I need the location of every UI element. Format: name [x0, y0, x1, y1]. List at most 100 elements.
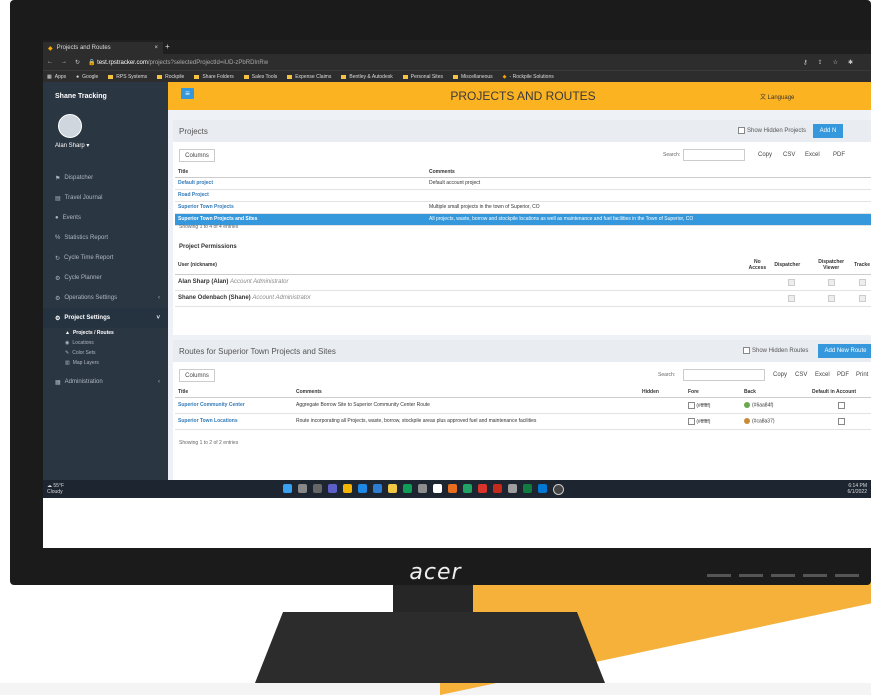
sidebar-item-cycle-time-report[interactable]: ↻ Cycle Time Report: [43, 248, 168, 268]
sidebar-subitem-map-layers[interactable]: ▥ Map Layers: [43, 358, 168, 368]
excel-button[interactable]: Excel: [805, 152, 820, 158]
mail-icon[interactable]: [373, 484, 382, 493]
extensions-icon[interactable]: ✱: [848, 59, 853, 66]
forward-icon[interactable]: →: [61, 59, 67, 65]
pdf-button[interactable]: PDF: [837, 372, 849, 378]
teams-icon[interactable]: [328, 484, 337, 493]
app-icon[interactable]: [478, 484, 487, 493]
excel-button[interactable]: Excel: [815, 372, 830, 378]
col-comments[interactable]: Comments: [426, 167, 871, 178]
bookmark-google[interactable]: ● Google: [76, 74, 98, 80]
reload-icon[interactable]: ↻: [75, 59, 80, 66]
table-row[interactable]: Road Project: [175, 189, 871, 202]
sidebar-item-events[interactable]: ● Events: [43, 208, 168, 228]
add-project-button[interactable]: Add N: [813, 124, 843, 138]
search-icon[interactable]: [298, 484, 307, 493]
sidebar: Shane Tracking Alan Sharp ▾ ⚑ Dispatcher …: [43, 82, 168, 520]
routes-columns-button[interactable]: Columns: [179, 369, 215, 382]
back-icon[interactable]: ←: [47, 59, 53, 65]
pdf-button[interactable]: PDF: [833, 152, 845, 158]
bookmark-folder[interactable]: RPS Systems: [108, 74, 147, 80]
sidebar-item-travel-journal[interactable]: ▤ Travel Journal: [43, 188, 168, 208]
back-color-swatch[interactable]: [744, 401, 750, 408]
app-icon[interactable]: [508, 484, 517, 493]
sidebar-item-operations-settings[interactable]: ⚙ Operations Settings ‹: [43, 288, 168, 308]
default-checkbox[interactable]: [837, 417, 845, 425]
tab-title: Projects and Routes: [56, 45, 111, 51]
table-row[interactable]: Superior Town Locations Route incorporati…: [175, 413, 871, 430]
new-tab-button[interactable]: +: [165, 42, 170, 51]
projects-search-input[interactable]: [683, 149, 745, 161]
fore-color-swatch[interactable]: [688, 401, 695, 409]
key-icon[interactable]: ⚷: [803, 59, 807, 66]
bookmark-folder[interactable]: Sales Tools: [243, 74, 277, 80]
fore-color-swatch[interactable]: [688, 417, 695, 425]
language-button[interactable]: 文 Language: [760, 92, 794, 101]
weather-widget[interactable]: ☁ 55°F Cloudy: [47, 483, 64, 495]
table-row[interactable]: Superior Community Center Aggregate Borro…: [175, 397, 871, 414]
url-field[interactable]: 🔒 test.rpstracker.com/projects?selectedP…: [88, 59, 268, 66]
csv-button[interactable]: CSV: [783, 152, 795, 158]
menu-toggle-button[interactable]: ≡: [181, 88, 194, 99]
sidebar-item-dispatcher[interactable]: ⚑ Dispatcher: [43, 168, 168, 188]
bookmark-folder[interactable]: Personal Sites: [402, 74, 443, 80]
tab-favicon-icon: ◆: [48, 45, 53, 52]
google-icon: ●: [76, 73, 80, 80]
bookmark-apps[interactable]: ▦ Apps: [47, 74, 66, 80]
checkbox[interactable]: [738, 127, 745, 135]
media-icon[interactable]: [553, 484, 564, 495]
checkbox: [827, 278, 835, 286]
copy-button[interactable]: Copy: [758, 152, 772, 158]
table-row-selected[interactable]: Superior Town Projects and Sites All proj…: [175, 213, 871, 226]
chrome-icon[interactable]: [343, 484, 352, 493]
add-new-route-button[interactable]: Add New Route: [818, 344, 871, 358]
sidebar-item-cycle-planner[interactable]: ⚙ Cycle Planner: [43, 268, 168, 288]
col-title[interactable]: Title: [175, 167, 426, 178]
checkbox[interactable]: [743, 347, 750, 355]
outlook-icon[interactable]: [538, 484, 547, 493]
star-icon[interactable]: ☆: [833, 59, 838, 66]
maps-icon[interactable]: [358, 484, 367, 493]
bookmark-rockpile[interactable]: ◆ - Rockpile Solutions: [503, 74, 554, 80]
show-hidden-routes[interactable]: Show Hidden Routes: [743, 347, 808, 355]
sidebar-item-statistics-report[interactable]: % Statistics Report: [43, 228, 168, 248]
task-view-icon[interactable]: [313, 484, 322, 493]
sidebar-item-administration[interactable]: ▦ Administration ‹: [43, 372, 168, 392]
bookmark-folder[interactable]: Bentley & Autodesk: [341, 74, 393, 80]
avatar[interactable]: [58, 114, 82, 138]
excel-icon[interactable]: [523, 484, 532, 493]
sidebar-subitem-color-sets[interactable]: ✎ Color Sets: [43, 348, 168, 358]
file-explorer-icon[interactable]: [388, 484, 397, 493]
default-checkbox[interactable]: [837, 401, 845, 409]
tab-close-icon[interactable]: ×: [154, 45, 158, 51]
sidebar-item-project-settings[interactable]: ⚙ Project Settings ˅: [43, 308, 168, 328]
edge-icon[interactable]: [403, 484, 412, 493]
calculator-icon[interactable]: [418, 484, 427, 493]
table-row[interactable]: Default project Default account project: [175, 177, 871, 190]
app-icon[interactable]: [463, 484, 472, 493]
app-icon[interactable]: [433, 484, 442, 493]
bookmark-folder[interactable]: Share Folders: [194, 74, 234, 80]
pdf-icon[interactable]: [493, 484, 502, 493]
copy-button[interactable]: Copy: [773, 372, 787, 378]
sidebar-subitem-locations[interactable]: ◉ Locations: [43, 338, 168, 348]
bookmark-folder[interactable]: Miscellaneous: [452, 74, 493, 80]
share-icon[interactable]: ⇪: [818, 59, 823, 66]
browser-tab[interactable]: ◆ Projects and Routes ×: [43, 42, 163, 54]
routes-search-input[interactable]: [683, 369, 765, 381]
bookmark-folder[interactable]: Expense Claims: [287, 74, 331, 80]
print-button[interactable]: Print: [856, 372, 868, 378]
page-title: PROJECTS AND ROUTES: [450, 89, 596, 103]
table-row[interactable]: Superior Town Projects Multiple small pro…: [175, 201, 871, 214]
start-icon[interactable]: [283, 484, 292, 493]
bookmark-folder[interactable]: Rockpile: [157, 74, 184, 80]
projects-columns-button[interactable]: Columns: [179, 149, 215, 162]
sidebar-subitem-projects-routes[interactable]: ▲ Projects / Routes: [43, 328, 168, 338]
apps-icon: ▦: [47, 73, 52, 80]
csv-button[interactable]: CSV: [795, 372, 807, 378]
app-icon[interactable]: [448, 484, 457, 493]
show-hidden-projects[interactable]: Show Hidden Projects: [738, 127, 806, 135]
back-color-swatch[interactable]: [744, 417, 750, 424]
clock[interactable]: 6:14 PM 6/1/2022: [848, 483, 867, 495]
user-menu[interactable]: Alan Sharp ▾: [55, 142, 89, 149]
